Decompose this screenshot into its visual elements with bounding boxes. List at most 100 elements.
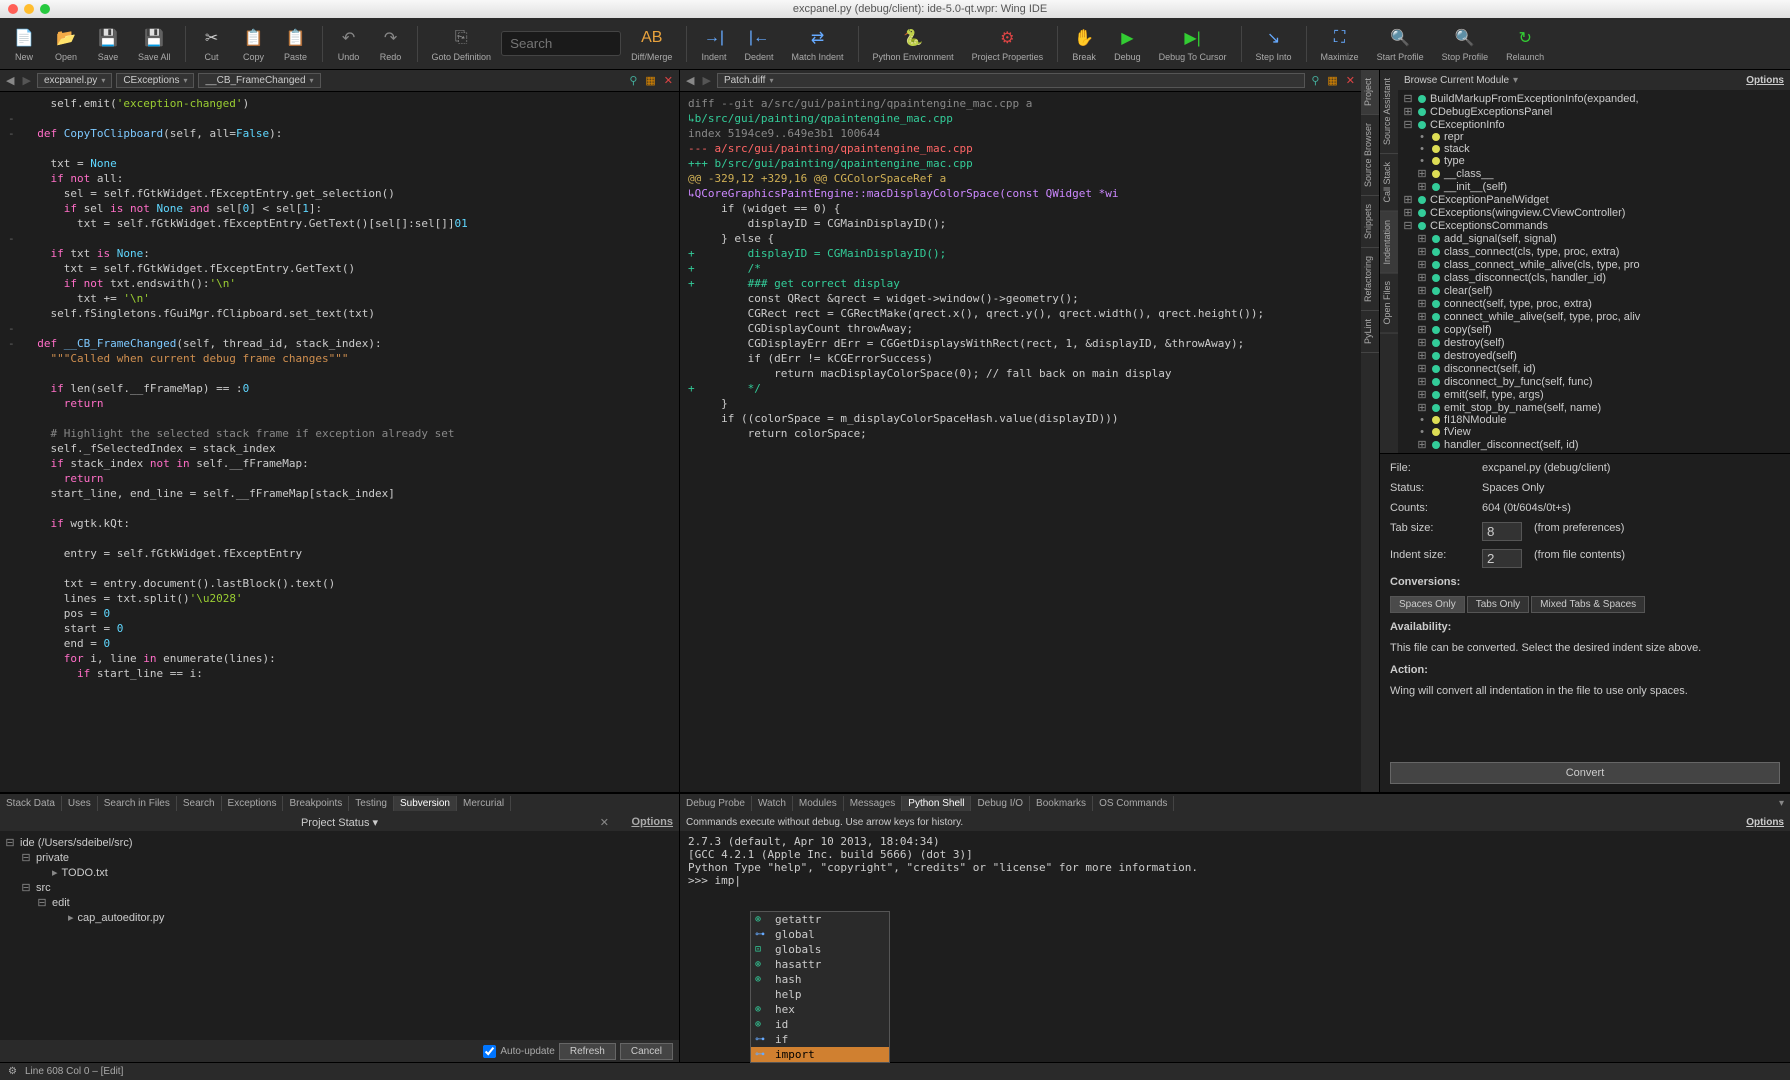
zoom-window-icon[interactable] [40,4,50,14]
split-icon[interactable]: ▦ [643,74,657,87]
expand-icon[interactable]: ⊞ [1416,438,1428,451]
start-profile-button[interactable]: 🔍Start Profile [1369,24,1432,64]
sidetab-source-browser[interactable]: Source Browser [1361,115,1379,196]
options-link[interactable]: Options [1746,75,1784,86]
expand-icon[interactable]: ⊞ [1416,349,1428,362]
outline-tree[interactable]: ⊟BuildMarkupFromExceptionInfo(expanded, … [1398,90,1790,453]
fold-icon[interactable]: - [8,126,15,141]
expand-icon[interactable]: • [1416,131,1428,143]
expand-icon[interactable]: ⊞ [1416,271,1428,284]
expand-icon[interactable]: ⊟ [1402,219,1414,232]
conversion-tabs-only-button[interactable]: Tabs Only [1467,596,1529,613]
close-editor-icon[interactable]: ✕ [1344,74,1357,87]
outline-item[interactable]: ⊞destroy(self) [1400,336,1788,349]
conversion-spaces-only-button[interactable]: Spaces Only [1390,596,1465,613]
outline-item[interactable]: ⊞disconnect(self, id) [1400,362,1788,375]
expand-icon[interactable]: ⊞ [1416,362,1428,375]
expand-icon[interactable]: ⊞ [1416,284,1428,297]
python-shell[interactable]: 2.7.3 (default, Apr 10 2013, 18:04:34) [… [680,831,1790,1062]
refresh-button[interactable]: Refresh [559,1043,616,1060]
outline-item[interactable]: ⊞handler_disconnect(self, id) [1400,438,1788,451]
tab-modules[interactable]: Modules [793,796,844,811]
tab-stack-data[interactable]: Stack Data [0,796,62,811]
completion-popup[interactable]: ⊚getattr⊶global⊡globals⊚hasattr⊚hashhelp… [750,911,890,1063]
outline-item[interactable]: •type [1400,155,1788,167]
tree-item[interactable]: ⊟edit [4,895,675,910]
outline-item[interactable]: ⊞CExceptionPanelWidget [1400,193,1788,206]
expand-icon[interactable]: ⊞ [1416,401,1428,414]
dedent-button[interactable]: |←Dedent [736,24,781,64]
outline-item[interactable]: ⊟CExceptionInfo [1400,118,1788,131]
options-link[interactable]: Options [631,816,673,828]
tree-item[interactable]: ▸cap_autoeditor.py [4,910,675,925]
expand-icon[interactable]: ⊞ [1416,323,1428,336]
expand-icon[interactable]: ⊟ [36,896,48,909]
tab-testing[interactable]: Testing [349,796,394,811]
expand-icon[interactable]: • [1416,143,1428,155]
fold-icon[interactable]: - [8,321,15,336]
tab-breakpoints[interactable]: Breakpoints [283,796,349,811]
chevron-down-icon[interactable]: ▾ [1513,75,1518,86]
expand-icon[interactable]: ⊞ [1416,245,1428,258]
break-button[interactable]: ✋Break [1064,24,1104,64]
dropdown-icon[interactable]: ▾ [1773,798,1790,809]
tab-os-commands[interactable]: OS Commands [1093,796,1174,811]
step-into-button[interactable]: ↘Step Into [1248,24,1300,64]
match-indent-button[interactable]: ⇄Match Indent [784,24,852,64]
code-editor-left[interactable]: self.emit('exception-changed')- - def Co… [0,92,679,792]
tab-subversion[interactable]: Subversion [394,796,457,811]
outline-item[interactable]: •fView [1400,426,1788,438]
sidetab-indentation[interactable]: Indentation [1380,212,1398,274]
expand-icon[interactable]: • [1416,426,1428,438]
tree-item[interactable]: ⊟private [4,850,675,865]
expand-icon[interactable]: • [1416,155,1428,167]
convert-button[interactable]: Convert [1390,762,1780,784]
file-dropdown[interactable]: Patch.diff [717,73,1305,88]
search-input[interactable] [501,31,621,56]
fold-icon[interactable]: - [8,231,15,246]
expand-icon[interactable]: ⊟ [20,881,32,894]
expand-icon[interactable]: ⊟ [1402,92,1414,105]
sync-icon[interactable]: ⚲ [627,74,639,87]
expand-icon[interactable]: ⊞ [1416,232,1428,245]
tab-python-shell[interactable]: Python Shell [902,796,971,811]
options-link[interactable]: Options [1746,817,1784,828]
tab-exceptions[interactable]: Exceptions [222,796,284,811]
expand-icon[interactable]: ⊞ [1416,297,1428,310]
completion-item[interactable]: ⊚hasattr [751,957,889,972]
outline-item[interactable]: ⊞class_connect(cls, type, proc, extra) [1400,245,1788,258]
completion-item[interactable]: ⊶if [751,1032,889,1047]
expand-icon[interactable]: ⊞ [1402,105,1414,118]
new-button[interactable]: 📄New [4,24,44,64]
goto-definition-button[interactable]: ⎘Goto Definition [424,24,500,64]
nav-fwd-icon[interactable]: ▶ [700,74,712,87]
outline-item[interactable]: ⊞emit(self, type, args) [1400,388,1788,401]
func-dropdown[interactable]: __CB_FrameChanged [198,73,320,88]
tabsize-input[interactable] [1482,522,1522,541]
project-status-dropdown[interactable]: Project Status ▾ [301,816,378,829]
tab-debug-i/o[interactable]: Debug I/O [971,796,1030,811]
outline-item[interactable]: ⊞connect(self, type, proc, extra) [1400,297,1788,310]
split-icon[interactable]: ▦ [1325,74,1339,87]
tree-item[interactable]: ▸TODO.txt [4,865,675,880]
outline-item[interactable]: ⊟BuildMarkupFromExceptionInfo(expanded, [1400,92,1788,105]
redo-button[interactable]: ↷Redo [371,24,411,64]
outline-item[interactable]: ⊞CExceptions(wingview.CViewController) [1400,206,1788,219]
completion-item[interactable]: ⊚hash [751,972,889,987]
project-properties-button[interactable]: ⚙Project Properties [964,24,1052,64]
outline-item[interactable]: ⊞clear(self) [1400,284,1788,297]
fold-icon[interactable]: - [8,336,15,351]
outline-item[interactable]: ⊞destroyed(self) [1400,349,1788,362]
copy-button[interactable]: 📋Copy [234,24,274,64]
sidetab-snippets[interactable]: Snippets [1361,196,1379,248]
sidetab-source-assistant[interactable]: Source Assistant [1380,70,1398,154]
sidetab-call-stack[interactable]: Call Stack [1380,154,1398,212]
cancel-button[interactable]: Cancel [620,1043,673,1060]
expand-icon[interactable]: ⊞ [1416,375,1428,388]
stop-profile-button[interactable]: 🔍Stop Profile [1434,24,1497,64]
nav-back-icon[interactable]: ◀ [4,74,16,87]
tree-item[interactable]: ⊟src [4,880,675,895]
indentsize-input[interactable] [1482,549,1522,568]
open-button[interactable]: 📂Open [46,24,86,64]
maximize-button[interactable]: ⛶Maximize [1313,24,1367,64]
